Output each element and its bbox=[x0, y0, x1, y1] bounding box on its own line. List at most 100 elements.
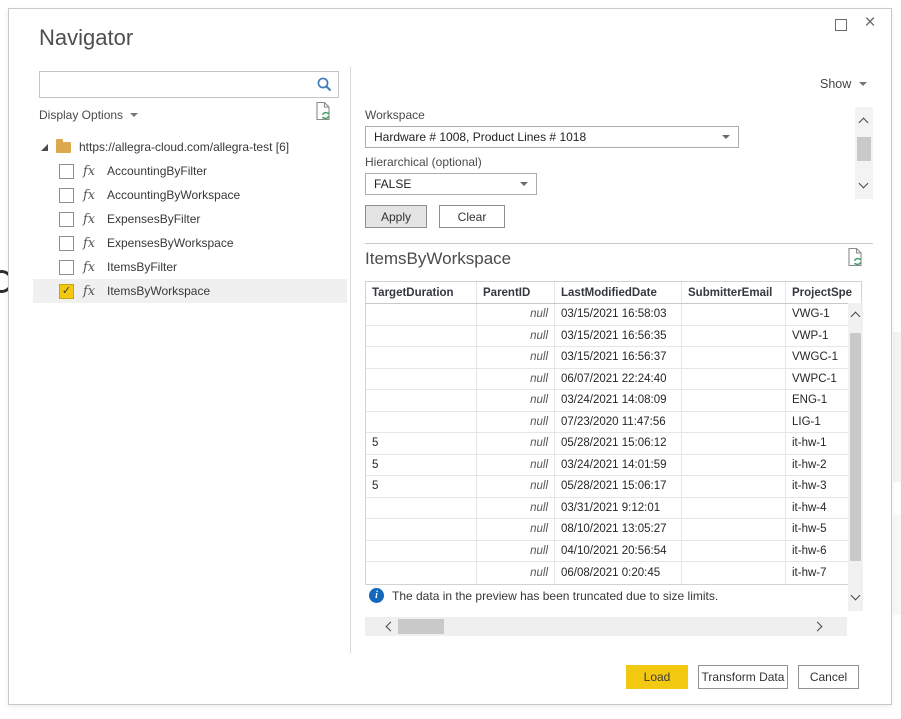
table-cell: 03/24/2021 14:01:59 bbox=[555, 455, 682, 476]
column-header-TargetDuration[interactable]: TargetDuration bbox=[366, 282, 477, 303]
function-icon: fx bbox=[83, 188, 98, 203]
display-options-dropdown[interactable]: Display Options bbox=[39, 108, 138, 122]
cancel-button[interactable]: Cancel bbox=[798, 665, 859, 689]
table-row: null03/15/2021 16:56:37VWGC-1 bbox=[366, 347, 861, 369]
checkbox-unchecked[interactable] bbox=[59, 188, 74, 203]
tree-root-label: https://allegra-cloud.com/allegra-test [… bbox=[79, 140, 289, 154]
table-cell bbox=[682, 304, 786, 325]
table-row: null04/10/2021 20:56:54it-hw-6 bbox=[366, 541, 861, 563]
table-cell: 5 bbox=[366, 476, 477, 497]
table-cell: null bbox=[477, 562, 555, 584]
table-cell: 06/08/2021 0:20:45 bbox=[555, 562, 682, 584]
folder-icon bbox=[56, 142, 71, 153]
table-cell: 04/10/2021 20:56:54 bbox=[555, 541, 682, 562]
checkbox-unchecked[interactable] bbox=[59, 212, 74, 227]
function-icon: fx bbox=[83, 212, 98, 227]
scrollbar-thumb[interactable] bbox=[398, 619, 444, 634]
checkbox-checked[interactable]: ✓ bbox=[59, 284, 74, 299]
table-row: null03/15/2021 16:56:35VWP-1 bbox=[366, 326, 861, 348]
column-header-ProjectSpe[interactable]: ProjectSpe bbox=[786, 282, 861, 303]
chevron-down-icon bbox=[722, 135, 730, 139]
truncation-text: The data in the preview has been truncat… bbox=[392, 589, 718, 603]
load-button[interactable]: Load bbox=[626, 665, 688, 689]
workspace-select[interactable]: Hardware # 1008, Product Lines # 1018 bbox=[365, 126, 739, 148]
table-row: null06/08/2021 0:20:45it-hw-7 bbox=[366, 562, 861, 584]
table-cell bbox=[366, 498, 477, 519]
column-header-ParentID[interactable]: ParentID bbox=[477, 282, 555, 303]
table-cell: 5 bbox=[366, 433, 477, 454]
table-row: null03/24/2021 14:08:09ENG-1 bbox=[366, 390, 861, 412]
tree-item-ExpensesByWorkspace[interactable]: fxExpensesByWorkspace bbox=[33, 231, 347, 255]
tree-item-label: ExpensesByFilter bbox=[107, 212, 200, 226]
chevron-down-icon bbox=[520, 182, 528, 186]
table-cell bbox=[682, 347, 786, 368]
navigator-dialog: × Navigator Display Options bbox=[8, 8, 892, 705]
refresh-preview-icon[interactable] bbox=[847, 247, 864, 267]
tree-item-AccountingByWorkspace[interactable]: fxAccountingByWorkspace bbox=[33, 183, 347, 207]
search-icon[interactable] bbox=[316, 76, 333, 93]
scroll-up-icon[interactable] bbox=[859, 118, 869, 128]
scroll-down-icon[interactable] bbox=[859, 179, 869, 189]
tree-item-ExpensesByFilter[interactable]: fx ExpensesByFilter bbox=[33, 207, 347, 231]
function-icon: fx bbox=[83, 260, 98, 275]
tree-expanded-icon[interactable] bbox=[41, 144, 48, 151]
scroll-up-icon[interactable] bbox=[851, 312, 861, 322]
function-icon: fx bbox=[83, 284, 98, 299]
show-dropdown[interactable]: Show bbox=[820, 77, 867, 91]
maximize-icon bbox=[835, 19, 847, 31]
tree-item-label: ExpensesByWorkspace bbox=[107, 236, 234, 250]
tree-item-ItemsByFilter[interactable]: fxItemsByFilter bbox=[33, 255, 347, 279]
checkbox-unchecked[interactable] bbox=[59, 236, 74, 251]
maximize-button[interactable] bbox=[831, 15, 851, 35]
scroll-down-icon[interactable] bbox=[851, 591, 861, 601]
table-cell: null bbox=[477, 390, 555, 411]
table-cell: null bbox=[477, 476, 555, 497]
table-row: null03/15/2021 16:58:03VWG-1 bbox=[366, 304, 861, 326]
table-cell: 03/15/2021 16:56:35 bbox=[555, 326, 682, 347]
tree-item-ItemsByWorkspace[interactable]: ✓fxItemsByWorkspace bbox=[33, 279, 347, 303]
preview-title: ItemsByWorkspace bbox=[365, 249, 511, 269]
table-cell: null bbox=[477, 433, 555, 454]
navigation-tree: https://allegra-cloud.com/allegra-test [… bbox=[33, 135, 347, 303]
refresh-source-icon[interactable] bbox=[315, 101, 332, 121]
table-cell: null bbox=[477, 326, 555, 347]
apply-button[interactable]: Apply bbox=[365, 205, 427, 228]
column-header-LastModifiedDate[interactable]: LastModifiedDate bbox=[555, 282, 682, 303]
checkbox-unchecked[interactable] bbox=[59, 260, 74, 275]
search-input[interactable] bbox=[40, 72, 324, 97]
table-row: 5null05/28/2021 15:06:17it-hw-3 bbox=[366, 476, 861, 498]
pane-scrollbar[interactable] bbox=[855, 107, 873, 199]
scrollbar-thumb[interactable] bbox=[850, 333, 861, 561]
table-cell: 06/07/2021 22:24:40 bbox=[555, 369, 682, 390]
table-cell bbox=[366, 412, 477, 433]
table-cell bbox=[366, 390, 477, 411]
checkbox-unchecked[interactable] bbox=[59, 164, 74, 179]
search-box bbox=[39, 71, 339, 98]
table-body: null03/15/2021 16:58:03VWG-1null03/15/20… bbox=[366, 304, 861, 584]
tree-item-AccountingByFilter[interactable]: fxAccountingByFilter bbox=[33, 159, 347, 183]
scrollbar-thumb[interactable] bbox=[857, 137, 871, 161]
scroll-left-icon[interactable] bbox=[386, 622, 396, 632]
column-header-SubmitterEmail[interactable]: SubmitterEmail bbox=[682, 282, 786, 303]
table-cell bbox=[682, 498, 786, 519]
tree-root[interactable]: https://allegra-cloud.com/allegra-test [… bbox=[33, 135, 347, 159]
table-cell: 03/15/2021 16:58:03 bbox=[555, 304, 682, 325]
table-cell: 5 bbox=[366, 455, 477, 476]
tree-items: fxAccountingByFilterfxAccountingByWorksp… bbox=[33, 159, 347, 303]
table-horizontal-scrollbar[interactable] bbox=[365, 617, 847, 636]
table-row: 5null03/24/2021 14:01:59it-hw-2 bbox=[366, 455, 861, 477]
workspace-label: Workspace bbox=[365, 108, 425, 122]
table-row: null07/23/2020 11:47:56LIG-1 bbox=[366, 412, 861, 434]
panel-divider bbox=[350, 67, 351, 653]
table-cell: null bbox=[477, 347, 555, 368]
workspace-value: Hardware # 1008, Product Lines # 1018 bbox=[374, 130, 586, 144]
hierarchical-select[interactable]: FALSE bbox=[365, 173, 537, 195]
table-scrollbar[interactable] bbox=[848, 303, 863, 611]
table-cell bbox=[682, 476, 786, 497]
background-panel-fragment bbox=[893, 515, 901, 615]
transform-data-button[interactable]: Transform Data bbox=[698, 665, 788, 689]
scroll-right-icon[interactable] bbox=[813, 622, 823, 632]
clear-button[interactable]: Clear bbox=[439, 205, 505, 228]
close-button[interactable]: × bbox=[859, 11, 881, 35]
screen-background: × Navigator Display Options bbox=[0, 0, 901, 719]
